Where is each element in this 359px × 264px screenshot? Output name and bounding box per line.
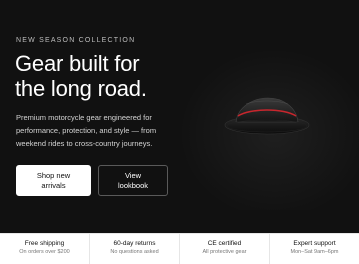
- feature-title: 60-day returns: [113, 240, 156, 247]
- view-lookbook-label-line1: View: [124, 171, 142, 180]
- feature-subtitle: On orders over $200: [19, 249, 70, 255]
- feature-subtitle: Mon–Sat 9am–6pm: [290, 249, 339, 255]
- shop-new-arrivals-label-line2: arrivals: [41, 180, 66, 190]
- shop-new-arrivals-button[interactable]: Shop new arrivals: [16, 165, 91, 196]
- feature-subtitle: All protective gear: [202, 249, 247, 255]
- feature-bar: Free shipping On orders over $200 60-day…: [0, 233, 359, 264]
- hero-subcopy: Premium motorcycle gear engineered for p…: [16, 113, 157, 148]
- helmet-image: [224, 97, 310, 135]
- hero-headline: Gear built for the long road.: [15, 51, 215, 101]
- feature-expert-support: Expert support Mon–Sat 9am–6pm: [269, 234, 359, 264]
- feature-returns: 60-day returns No questions asked: [89, 234, 179, 264]
- feature-subtitle: No questions asked: [110, 249, 159, 255]
- feature-free-shipping: Free shipping On orders over $200: [0, 234, 89, 264]
- feature-title: CE certified: [207, 240, 242, 247]
- shop-new-arrivals-label-line1: Shop new: [36, 171, 71, 180]
- hero-headline-line2: the long road.: [15, 76, 147, 101]
- feature-title: Free shipping: [24, 240, 65, 247]
- feature-ce-certified: CE certified All protective gear: [179, 234, 269, 264]
- hero-headline-line1: Gear built for: [15, 51, 140, 76]
- hero-section: NEW SEASON COLLECTION Gear built for the…: [0, 0, 359, 233]
- feature-title: Expert support: [293, 240, 336, 247]
- view-lookbook-button[interactable]: View lookbook: [98, 165, 168, 196]
- hero-eyebrow: NEW SEASON COLLECTION: [16, 37, 136, 44]
- view-lookbook-label-line2: lookbook: [117, 180, 149, 190]
